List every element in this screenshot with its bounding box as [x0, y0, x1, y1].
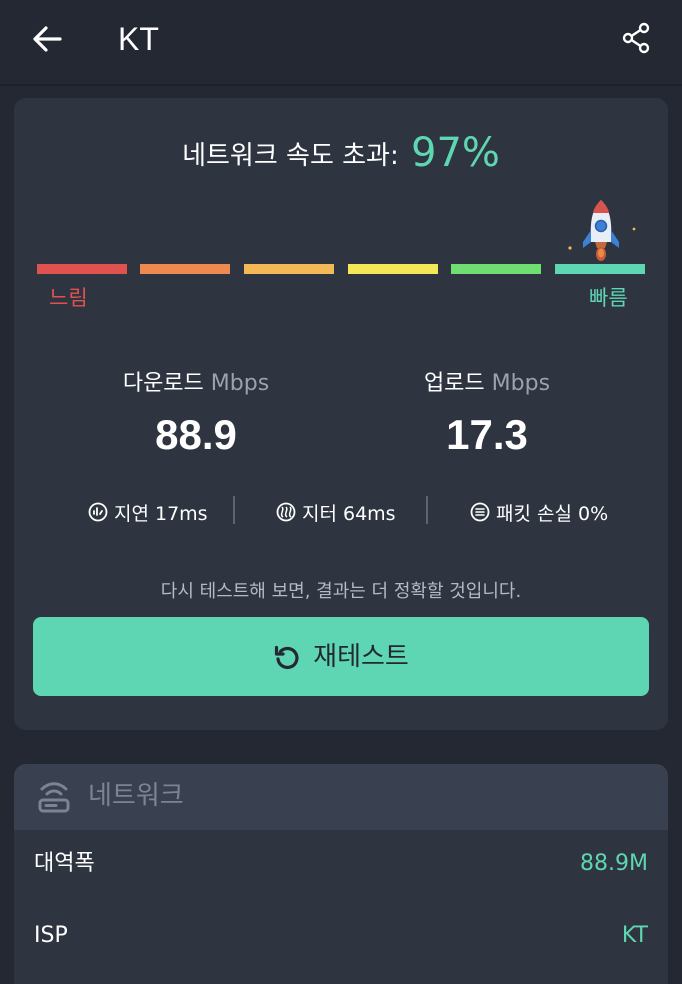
isp-value: KT [621, 923, 648, 948]
network-title: 네트워크 [88, 781, 184, 811]
back-button[interactable] [30, 22, 64, 56]
retest-hint: 다시 테스트해 보면, 결과는 더 정확할 것입니다. [160, 581, 522, 602]
headline-label: 네트워크 속도 초과: [182, 141, 399, 171]
refresh-icon [275, 645, 299, 669]
stat-divider-1 [233, 496, 235, 524]
scale-fast-label: 빠름 [589, 286, 628, 310]
packet-loss-label: 패킷 손실 0% [496, 502, 609, 525]
download-title: 다운로드 [122, 371, 204, 396]
jitter-label: 지터 64ms [302, 502, 396, 525]
speed-headline: 네트워크 속도 초과: 97% [0, 130, 682, 179]
stat-divider-2 [426, 496, 428, 524]
speed-scale-segment-3 [244, 264, 334, 274]
speed-scale-segment-5 [451, 264, 541, 274]
bandwidth-label: 대역폭 [34, 851, 95, 876]
share-button[interactable] [618, 20, 654, 56]
packet-loss-icon [470, 502, 490, 522]
speed-scale-segment-6 [555, 264, 645, 274]
retest-label: 재테스트 [313, 641, 409, 672]
download-value: 88.9 [155, 411, 237, 458]
jitter-stat: 지터 64ms [276, 496, 396, 528]
latency-stat: 지연 17ms [88, 496, 208, 528]
speed-scale-segment-1 [37, 264, 127, 274]
router-icon [38, 782, 70, 813]
download-unit: Mbps [210, 371, 270, 396]
headline-percent: 97% [411, 130, 500, 176]
latency-label: 지연 17ms [114, 502, 208, 525]
share-icon [622, 22, 650, 54]
header-divider [0, 84, 682, 86]
upload-value: 17.3 [446, 411, 528, 458]
bandwidth-value: 88.9M [580, 851, 648, 876]
isp-label: ISP [34, 923, 68, 948]
packet-loss-stat: 패킷 손실 0% [470, 496, 608, 528]
scale-slow-label: 느림 [49, 286, 88, 310]
arrow-left-icon [33, 26, 62, 52]
speed-scale-segment-2 [140, 264, 230, 274]
upload-label: 업로드 Mbps [367, 368, 607, 400]
top-bar: KT [0, 0, 682, 82]
retest-button[interactable]: 재테스트 [33, 617, 649, 696]
speed-scale-segment-4 [348, 264, 438, 274]
upload-title: 업로드 [423, 371, 485, 396]
network-header: 네트워크 [14, 764, 668, 830]
network-card: 네트워크 대역폭 88.9M ISP KT [14, 764, 668, 984]
download-label: 다운로드 Mbps [76, 368, 316, 400]
page-title: KT [118, 21, 159, 57]
jitter-icon [276, 502, 296, 522]
rocket-icon [568, 200, 636, 261]
latency-icon [88, 502, 108, 522]
upload-unit: Mbps [491, 371, 551, 396]
